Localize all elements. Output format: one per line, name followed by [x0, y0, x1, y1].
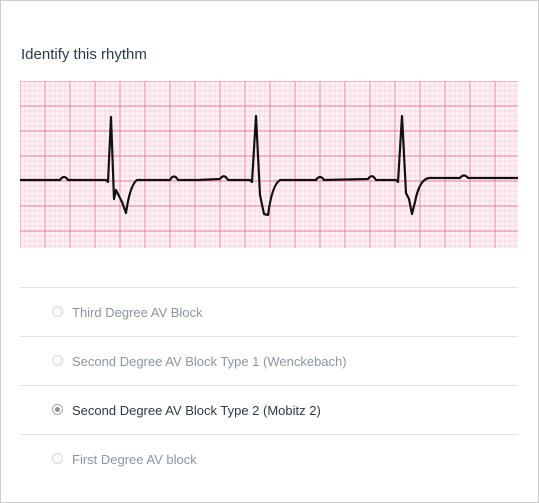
ecg-strip-image: [20, 81, 518, 248]
radio-button[interactable]: [52, 453, 63, 464]
answer-option-first-degree[interactable]: First Degree AV block: [20, 434, 518, 483]
answer-label: First Degree AV block: [72, 452, 197, 467]
answer-label: Second Degree AV Block Type 2 (Mobitz 2): [72, 403, 321, 418]
quiz-question-card: Identify this rhythm Third Degree AV Blo…: [0, 0, 539, 503]
answer-option-wenckebach[interactable]: Second Degree AV Block Type 1 (Wenckebac…: [20, 336, 518, 385]
answer-list: Third Degree AV Block Second Degree AV B…: [20, 287, 518, 483]
answer-label: Third Degree AV Block: [72, 305, 203, 320]
answer-option-mobitz-2[interactable]: Second Degree AV Block Type 2 (Mobitz 2): [20, 385, 518, 434]
radio-button[interactable]: [52, 355, 63, 366]
answer-option-third-degree[interactable]: Third Degree AV Block: [20, 287, 518, 336]
answer-label: Second Degree AV Block Type 1 (Wenckebac…: [72, 354, 347, 369]
radio-button[interactable]: [52, 306, 63, 317]
radio-button-selected[interactable]: [52, 404, 63, 415]
question-text: Identify this rhythm: [21, 46, 147, 63]
